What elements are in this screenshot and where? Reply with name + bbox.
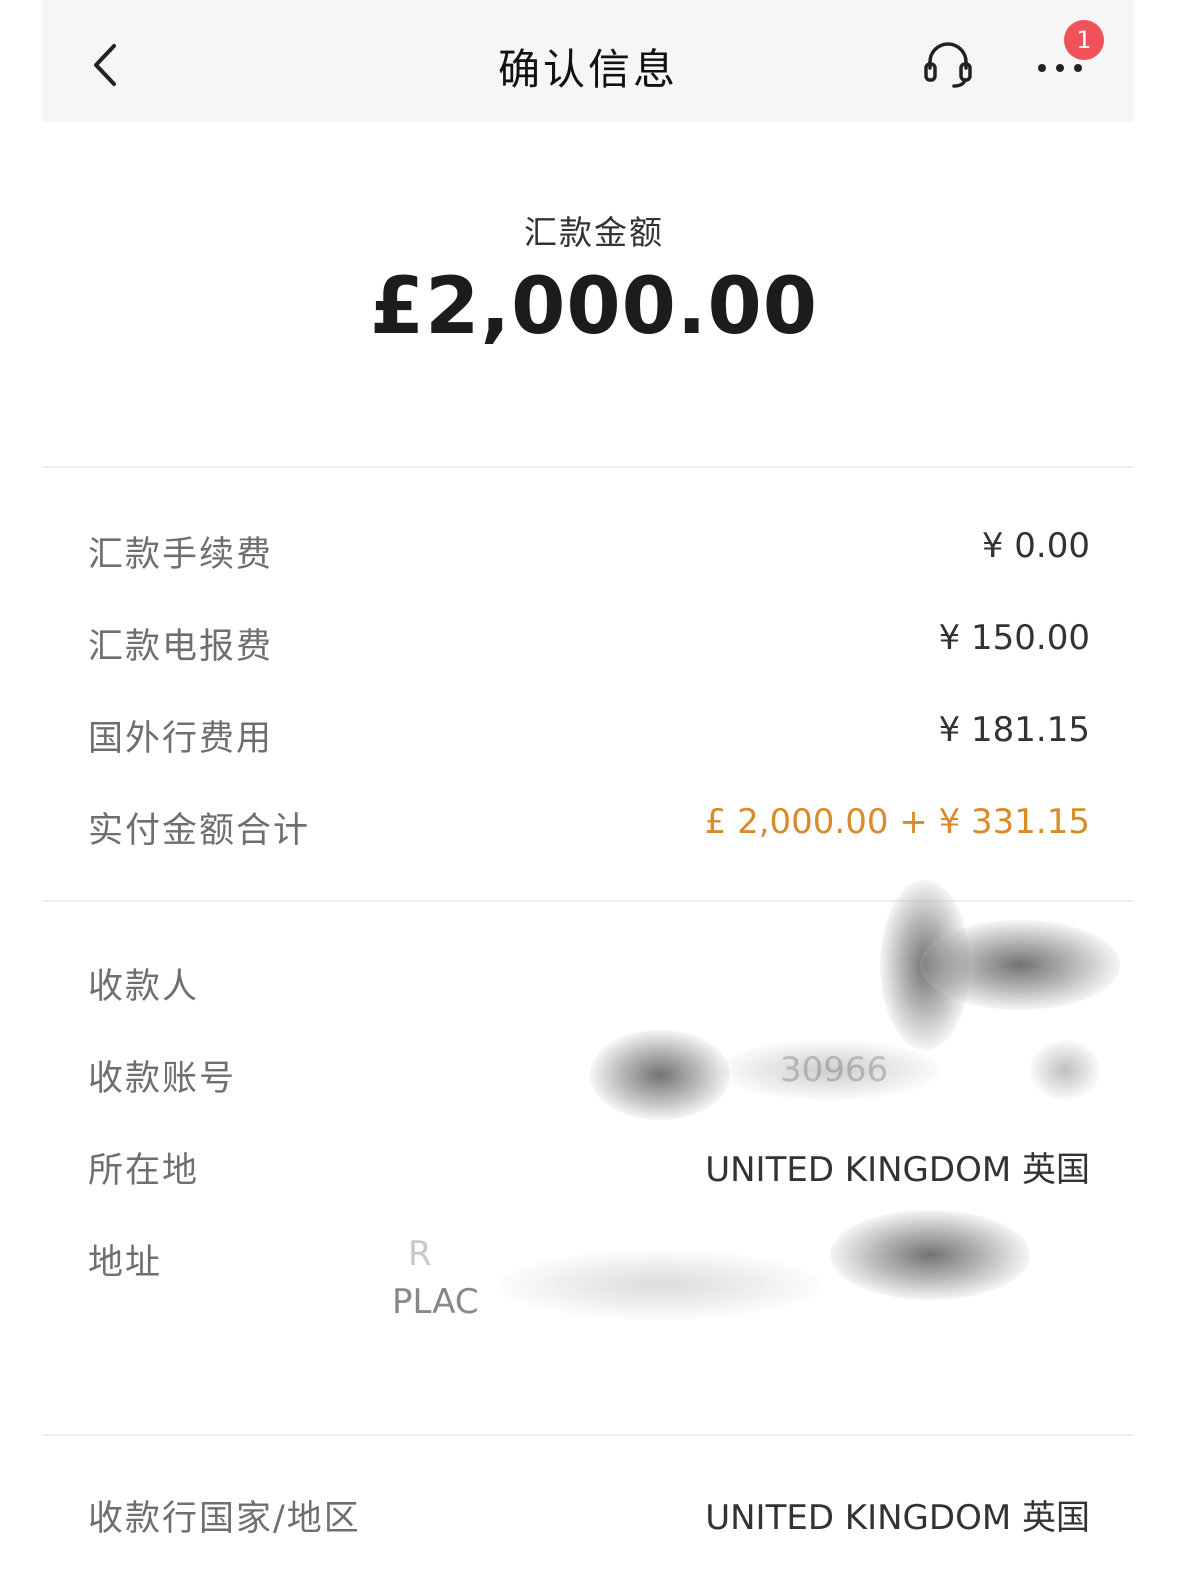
- fee-label: 国外行费用: [88, 719, 274, 759]
- payee-address-partial: R: [408, 1234, 432, 1274]
- redaction-smudge: [720, 1040, 940, 1100]
- payee-address-partial: PLAC: [392, 1282, 479, 1322]
- fee-value: ¥ 0.00: [981, 526, 1090, 566]
- payee-name-label: 收款人: [88, 967, 200, 1007]
- bank-country-label: 收款行国家/地区: [88, 1499, 361, 1539]
- fee-value: ¥ 150.00: [938, 618, 1090, 658]
- redaction-smudge: [830, 1210, 1030, 1300]
- divider: [42, 900, 1134, 902]
- payee-location-value: UNITED KINGDOM 英国: [705, 1150, 1090, 1190]
- divider: [42, 466, 1134, 468]
- fee-value: ¥ 181.15: [938, 710, 1090, 750]
- payee-address-label: 地址: [88, 1243, 163, 1283]
- redaction-smudge: [1030, 1040, 1100, 1100]
- fee-label: 汇款电报费: [88, 627, 274, 667]
- bank-country-row: 收款行国家/地区 UNITED KINGDOM 英国: [88, 1482, 1090, 1542]
- payee-location-row: 所在地 UNITED KINGDOM 英国: [88, 1134, 1090, 1194]
- headset-support-icon[interactable]: [922, 38, 974, 90]
- redaction-smudge: [590, 1030, 730, 1120]
- total-label: 实付金额合计: [88, 811, 311, 851]
- fee-label: 汇款手续费: [88, 535, 274, 575]
- transfer-amount: £2,000.00: [369, 262, 819, 352]
- notification-badge: 1: [1064, 20, 1104, 60]
- fee-row-telegraph: 汇款电报费 ¥ 150.00: [88, 610, 1090, 670]
- redaction-smudge: [920, 920, 1120, 1010]
- bank-country-value: UNITED KINGDOM 英国: [705, 1498, 1090, 1538]
- total-value: £ 2,000.00 + ¥ 331.15: [704, 802, 1090, 842]
- payee-location-label: 所在地: [88, 1151, 200, 1191]
- amount-label: 汇款金额: [524, 213, 664, 252]
- total-row: 实付金额合计 £ 2,000.00 + ¥ 331.15: [88, 794, 1090, 854]
- fee-row-handling: 汇款手续费 ¥ 0.00: [88, 518, 1090, 578]
- payee-account-label: 收款账号: [88, 1059, 237, 1099]
- divider: [42, 1434, 1134, 1436]
- fee-row-foreign-bank: 国外行费用 ¥ 181.15: [88, 702, 1090, 762]
- nav-bar: 确认信息 1: [42, 0, 1134, 122]
- redaction-smudge: [500, 1250, 820, 1320]
